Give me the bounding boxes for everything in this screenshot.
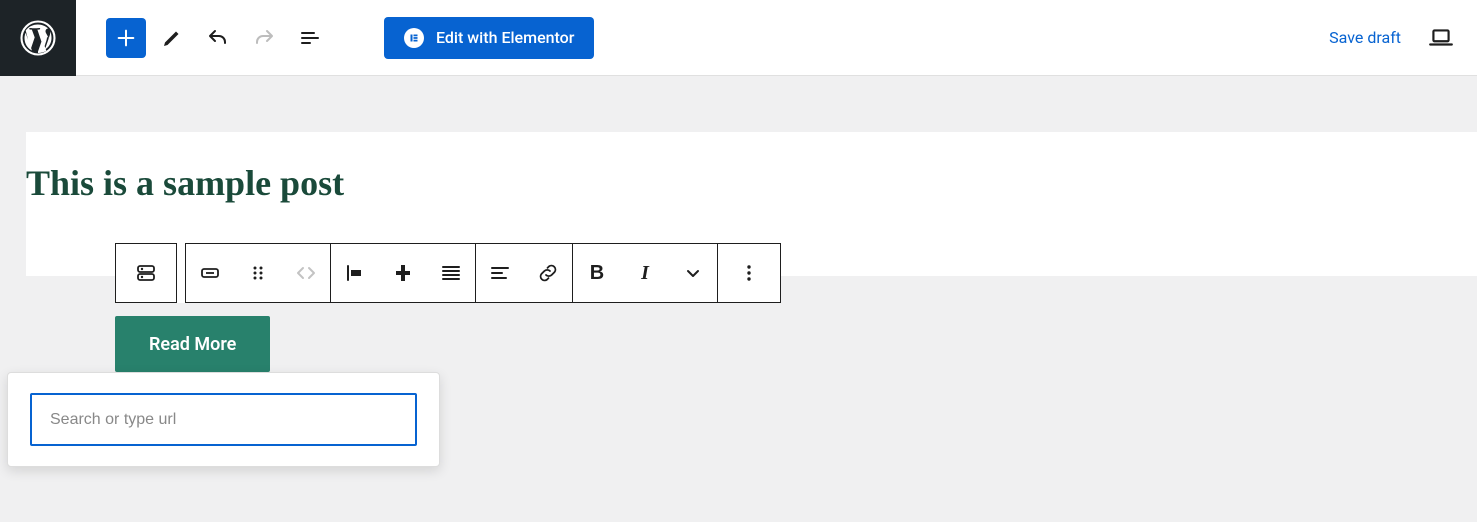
block-type-button[interactable] — [116, 244, 176, 302]
editor-top-bar: Edit with Elementor Save draft — [0, 0, 1477, 76]
justify-left-icon — [343, 261, 367, 285]
change-width-button[interactable] — [379, 244, 427, 302]
width-icon — [391, 261, 415, 285]
block-options-button[interactable] — [718, 244, 780, 302]
pencil-icon — [160, 26, 184, 50]
block-transform-group — [185, 243, 331, 303]
move-left-right-icon — [294, 261, 318, 285]
add-block-button[interactable] — [106, 18, 146, 58]
more-format-button[interactable] — [669, 244, 717, 302]
move-buttons[interactable] — [282, 244, 330, 302]
block-options-group — [718, 243, 781, 303]
italic-button[interactable]: I — [621, 244, 669, 302]
change-block-type-button[interactable] — [186, 244, 234, 302]
align-justify-icon — [439, 261, 463, 285]
plus-icon — [115, 27, 137, 49]
wordpress-logo-button[interactable] — [0, 0, 76, 76]
post-title[interactable]: This is a sample post — [26, 132, 1477, 204]
elementor-icon — [404, 28, 424, 48]
justify-left-button[interactable] — [331, 244, 379, 302]
elementor-button-label: Edit with Elementor — [436, 28, 574, 47]
more-vertical-icon — [737, 261, 761, 285]
align-left-icon — [488, 261, 512, 285]
block-type-group — [115, 243, 177, 303]
block-format-group: B I — [573, 243, 718, 303]
block-toolbar: B I — [115, 243, 781, 303]
link-icon — [536, 261, 560, 285]
block-align-group — [331, 243, 476, 303]
list-view-icon — [298, 26, 322, 50]
buttons-block-icon — [134, 261, 158, 285]
edit-with-elementor-button[interactable]: Edit with Elementor — [384, 17, 594, 59]
tools-button[interactable] — [152, 18, 192, 58]
redo-button[interactable] — [244, 18, 284, 58]
save-draft-button[interactable]: Save draft — [1329, 28, 1401, 47]
read-more-label: Read More — [149, 334, 236, 355]
link-button[interactable] — [524, 244, 572, 302]
button-icon — [198, 261, 222, 285]
read-more-button-block[interactable]: Read More — [115, 316, 270, 372]
preview-button[interactable] — [1423, 20, 1459, 56]
toolbar-left-group: Edit with Elementor — [76, 17, 594, 59]
block-link-group — [476, 243, 573, 303]
link-url-input[interactable] — [30, 393, 417, 446]
drag-icon — [246, 261, 270, 285]
bold-button[interactable]: B — [573, 244, 621, 302]
wordpress-icon — [20, 20, 56, 56]
undo-button[interactable] — [198, 18, 238, 58]
document-overview-button[interactable] — [290, 18, 330, 58]
link-url-popover — [7, 372, 440, 467]
laptop-icon — [1428, 25, 1454, 51]
redo-icon — [252, 26, 276, 50]
undo-icon — [206, 26, 230, 50]
toolbar-right-group: Save draft — [1329, 20, 1477, 56]
vertical-align-button[interactable] — [427, 244, 475, 302]
chevron-down-icon — [681, 261, 705, 285]
text-align-button[interactable] — [476, 244, 524, 302]
drag-handle[interactable] — [234, 244, 282, 302]
